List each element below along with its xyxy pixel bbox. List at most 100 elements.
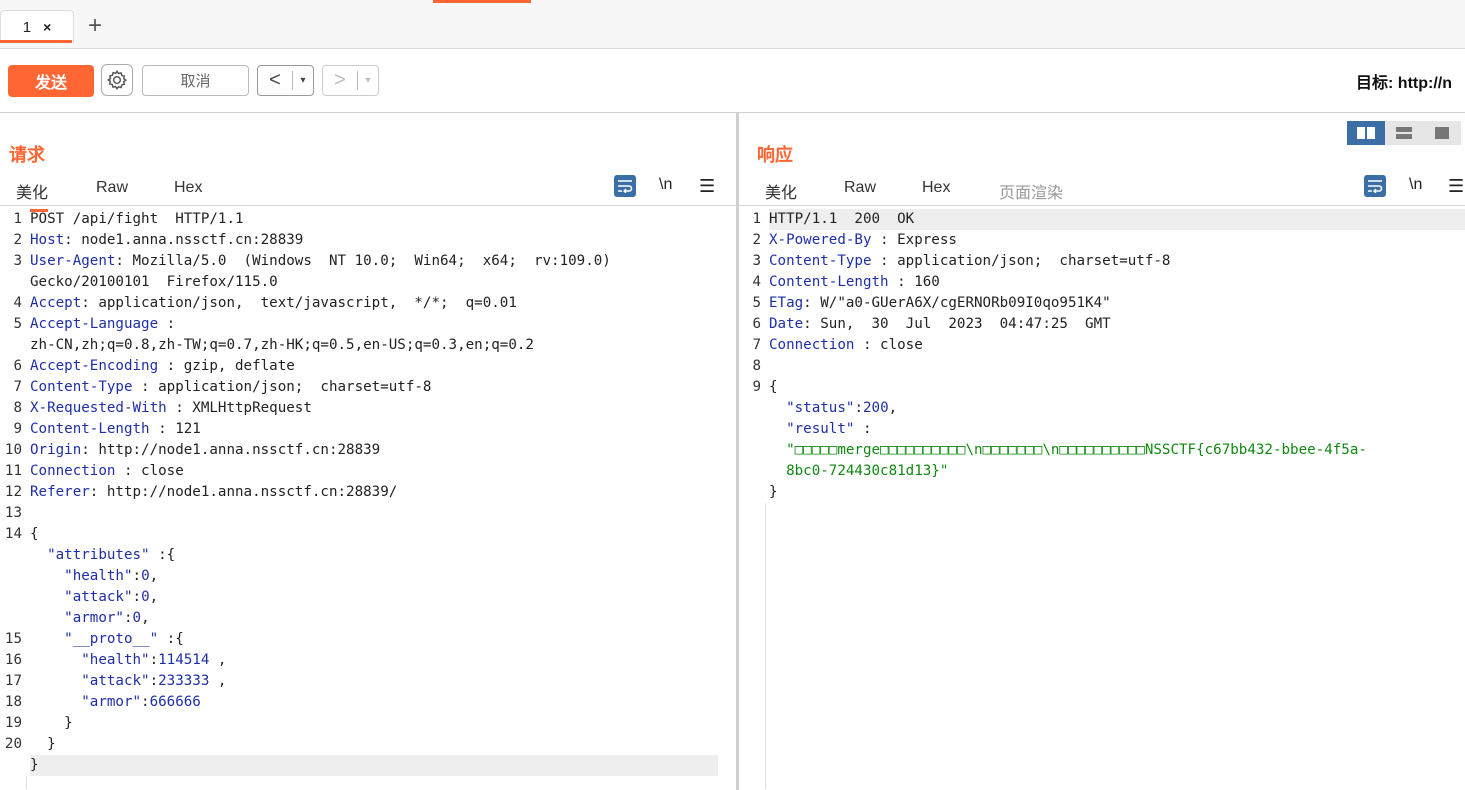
line-number: 2 <box>0 230 30 251</box>
target-label: 目标: <box>1356 75 1394 92</box>
request-menu-icon[interactable]: ☰ <box>699 176 715 197</box>
request-wrap-toggle[interactable] <box>614 175 636 197</box>
back-dropdown-icon[interactable]: ▾ <box>293 75 313 86</box>
response-editor[interactable]: 1 HTTP/1.1 200 OK 2 X-Powered-By : Express 3… <box>739 209 1465 789</box>
line-number: 14 <box>0 524 30 545</box>
request-code-line: 7 Content-Type : application/json; charse… <box>0 377 736 398</box>
request-code-line: 20 } <box>0 734 736 755</box>
tab-active-underline <box>0 40 72 43</box>
line-number <box>0 272 30 293</box>
code-token: 233333 <box>158 673 210 689</box>
line-number: 8 <box>0 398 30 419</box>
forward-button[interactable]: > ▾ <box>322 65 379 96</box>
cancel-button[interactable]: 取消 <box>142 65 249 96</box>
code-token: Referer <box>30 484 90 500</box>
code-token: 200 <box>862 400 889 416</box>
code-token: 0 <box>141 568 150 584</box>
request-editor[interactable]: 1 POST /api/fight HTTP/1.1 2 Host: node1.an… <box>0 209 736 789</box>
line-text: Gecko/20100101 Firefox/115.0 <box>30 272 278 293</box>
line-text: Accept-Language : <box>30 314 175 335</box>
code-token: "__proto__" <box>64 631 159 647</box>
response-tab-render[interactable]: 页面渲染 <box>999 179 1063 209</box>
single-pane-icon <box>1435 127 1449 139</box>
response-newline-toggle[interactable]: \n <box>1409 176 1422 194</box>
line-text: "attack":233333 , <box>30 671 226 692</box>
word-wrap-icon <box>1368 180 1383 193</box>
response-code-line: "result" : <box>739 419 1465 440</box>
request-code-line: 19 } <box>0 713 736 734</box>
response-panel: 响应 美化 Raw Hex 页面渲染 \n ☰ 1 HTTP/1.1 200 OK… <box>739 113 1465 790</box>
response-menu-icon[interactable]: ☰ <box>1448 176 1464 197</box>
layout-tabs-button[interactable] <box>1423 121 1461 145</box>
code-token: X-Powered-By <box>769 232 872 248</box>
back-button[interactable]: < ▾ <box>257 65 314 96</box>
response-code-line: "status":200, <box>739 398 1465 419</box>
line-number <box>739 398 769 419</box>
line-text: "status":200, <box>769 398 897 419</box>
code-token: : XMLHttpRequest <box>166 400 312 416</box>
request-code-line: 18 "armor":666666 <box>0 692 736 713</box>
response-wrap-toggle[interactable] <box>1364 175 1386 197</box>
code-token: : <box>854 400 863 416</box>
line-text: { <box>769 377 778 398</box>
line-number: 1 <box>0 209 30 230</box>
request-tab-raw[interactable]: Raw <box>96 179 128 203</box>
send-button[interactable]: 发送 <box>8 65 94 97</box>
response-tab-pretty[interactable]: 美化 <box>765 179 798 212</box>
code-token: : close <box>854 337 923 353</box>
request-code-line: "attack":0, <box>0 587 736 608</box>
code-token: : Express <box>871 232 957 248</box>
line-text: "attributes" :{ <box>30 545 175 566</box>
code-token: "health" <box>81 652 150 668</box>
request-tab-hex[interactable]: Hex <box>174 179 202 203</box>
request-title: 请求 <box>9 145 45 165</box>
repeater-tab-1[interactable]: 1 × <box>0 10 74 43</box>
layout-side-by-side-button[interactable] <box>1347 121 1385 145</box>
response-tab-raw[interactable]: Raw <box>844 179 876 203</box>
request-code-line: 16 "health":114514 , <box>0 650 736 671</box>
code-token: : 160 <box>888 274 940 290</box>
settings-button[interactable] <box>101 64 133 96</box>
line-number <box>739 419 769 440</box>
layout-stacked-button[interactable] <box>1385 121 1423 145</box>
code-token: "attack" <box>81 673 150 689</box>
code-token: : gzip, deflate <box>158 358 295 374</box>
line-text: "health":0, <box>30 566 158 587</box>
request-code-line: "attributes" :{ <box>0 545 736 566</box>
code-token: ETag <box>769 295 804 311</box>
code-token: : application/json, text/javascript, */*… <box>81 295 517 311</box>
code-token: 0 <box>141 589 150 605</box>
target-display[interactable]: 目标: http://n <box>1356 69 1452 93</box>
line-text: Content-Type : application/json; charset… <box>30 377 431 398</box>
line-text: "health":114514 , <box>30 650 226 671</box>
code-token: , <box>149 568 159 584</box>
line-number: 3 <box>739 251 769 272</box>
forward-dropdown-icon[interactable]: ▾ <box>358 75 378 86</box>
code-token: "status" <box>786 400 855 416</box>
code-token: 666666 <box>149 694 201 710</box>
response-tab-hex[interactable]: Hex <box>922 179 950 203</box>
line-number <box>0 335 30 356</box>
line-text: zh-CN,zh;q=0.8,zh-TW;q=0.7,zh-HK;q=0.5,e… <box>30 335 534 356</box>
line-number: 18 <box>0 692 30 713</box>
request-code-line: 12 Referer: http://node1.anna.nssctf.cn:2… <box>0 482 736 503</box>
target-value: http://n <box>1397 75 1452 92</box>
request-code-line: 14{ <box>0 524 736 545</box>
close-tab-icon[interactable]: × <box>43 19 51 35</box>
request-code-line: zh-CN,zh;q=0.8,zh-TW;q=0.7,zh-HK;q=0.5,e… <box>0 335 736 356</box>
forward-arrow-icon: > <box>334 69 346 91</box>
code-token: "armor" <box>81 694 142 710</box>
line-number: 17 <box>0 671 30 692</box>
request-code-line: 13 <box>0 503 736 524</box>
request-newline-toggle[interactable]: \n <box>659 176 672 194</box>
request-tab-pretty[interactable]: 美化 <box>16 179 49 212</box>
request-code-line: 17 "attack":233333 , <box>0 671 736 692</box>
add-tab-button[interactable]: + <box>88 12 102 40</box>
response-code-line: 2 X-Powered-By : Express <box>739 230 1465 251</box>
line-text: Date: Sun, 30 Jul 2023 04:47:25 GMT <box>769 314 1111 335</box>
line-text: ETag: W/"a0-GUerA6X/cgERNORb09I0qo951K4" <box>769 293 1111 314</box>
line-text: "result" : <box>769 419 871 440</box>
